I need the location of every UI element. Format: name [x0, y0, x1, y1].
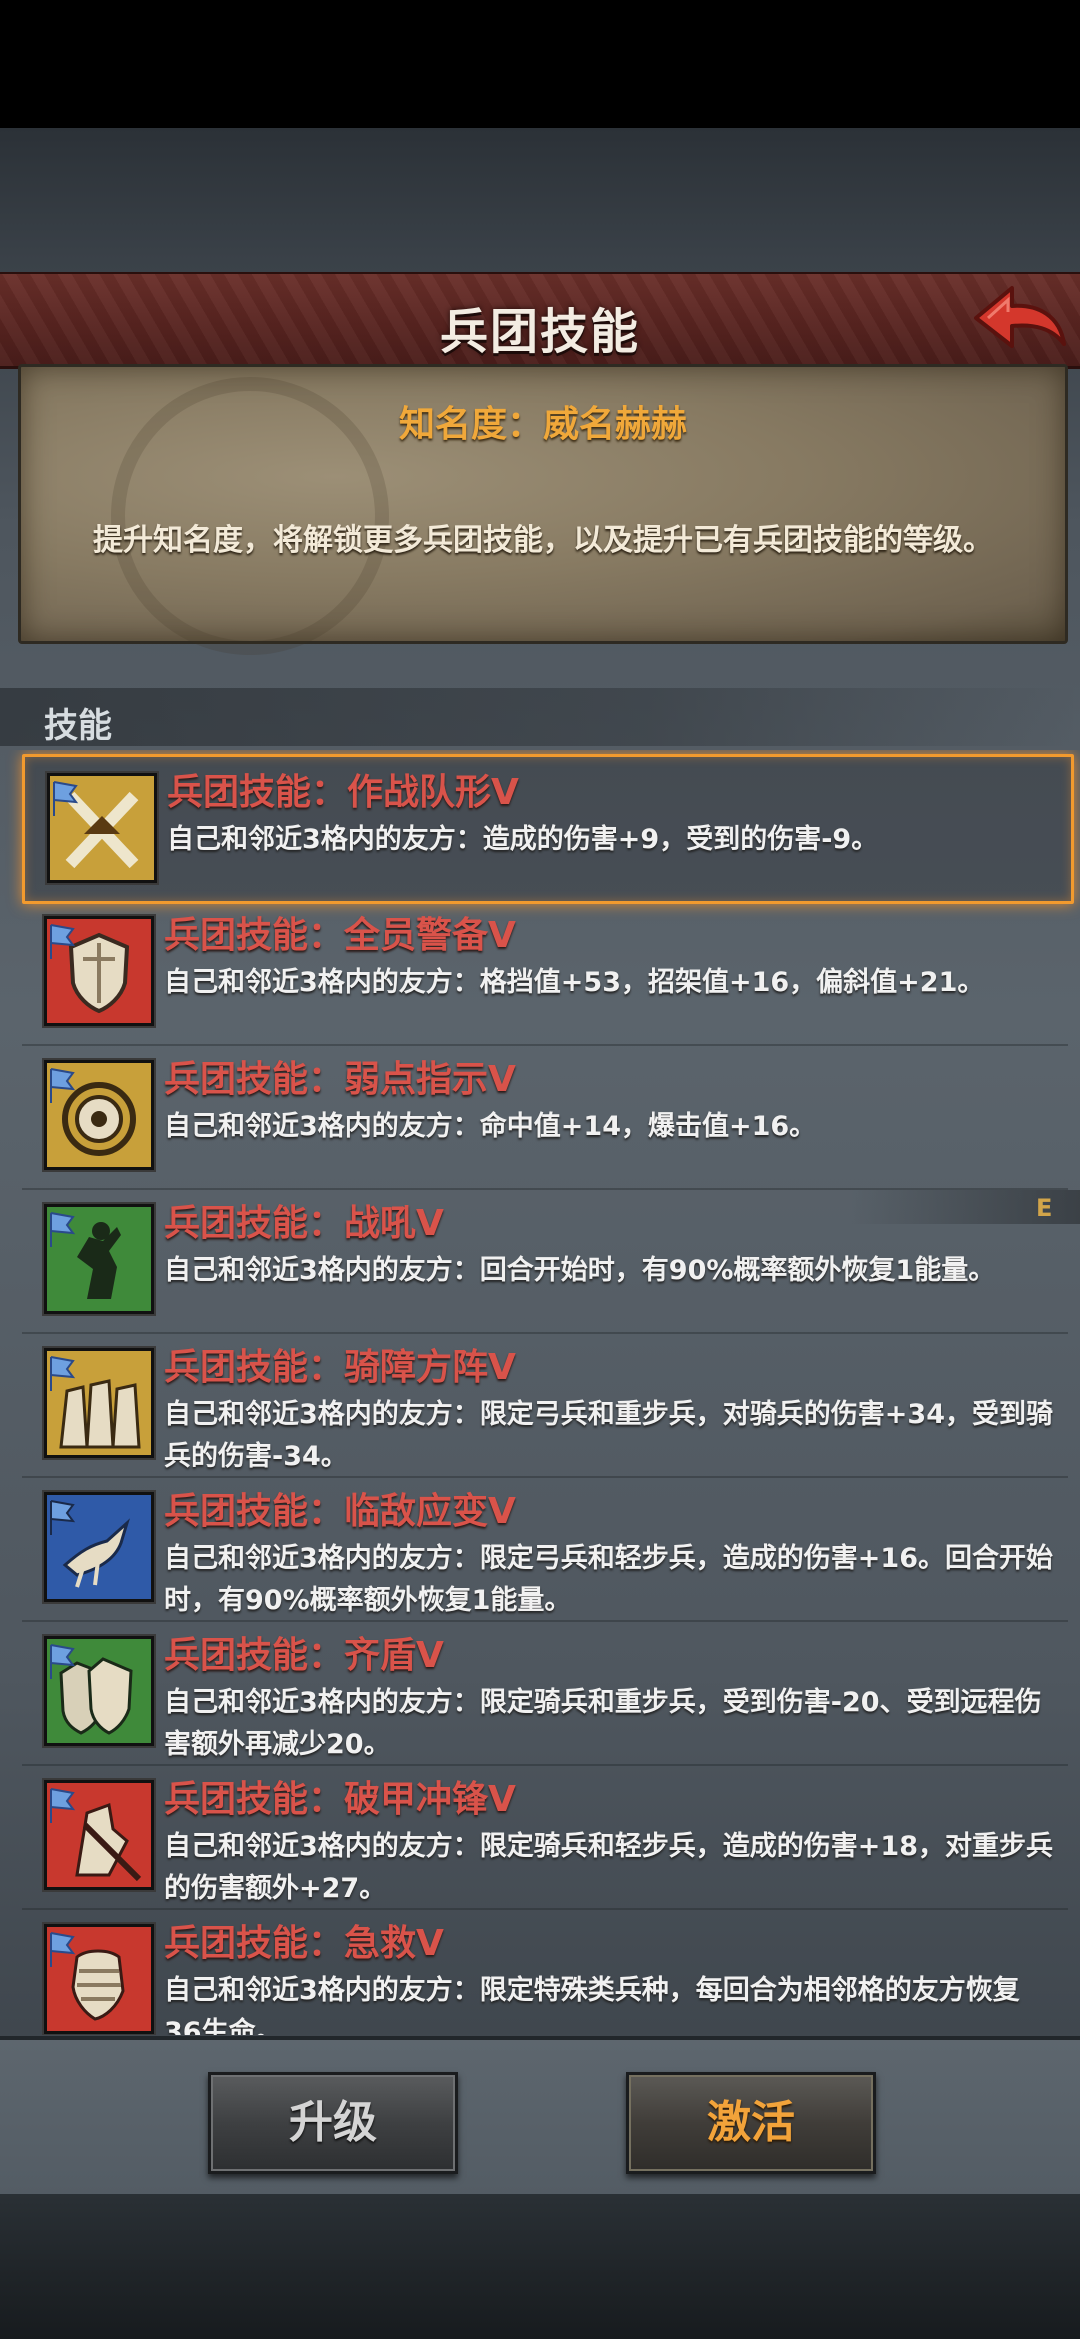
- fame-description: 提升知名度，将解锁更多兵团技能，以及提升已有兵团技能的等级。: [93, 523, 993, 558]
- skill-title: 兵团技能：战吼V: [164, 1203, 444, 1244]
- shield-hands-icon: [44, 916, 154, 1026]
- skill-row-5[interactable]: 兵团技能：临敌应变V 自己和邻近3格内的友方：限定弓兵和轻步兵，造成的伤害+16…: [22, 1476, 1068, 1622]
- skill-title: 兵团技能：弱点指示V: [164, 1059, 516, 1100]
- skill-list[interactable]: 兵团技能：作战队形V 自己和邻近3格内的友方：造成的伤害+9，受到的伤害-9。 …: [0, 750, 1080, 2035]
- skill-title: 兵团技能：齐盾V: [164, 1635, 444, 1676]
- skill-title: 兵团技能：急救V: [164, 1923, 444, 1964]
- skill-title: 兵团技能：临敌应变V: [164, 1491, 516, 1532]
- back-arrow-icon: [974, 286, 1066, 348]
- skill-row-0[interactable]: 兵团技能：作战队形V 自己和邻近3格内的友方：造成的伤害+9，受到的伤害-9。: [22, 754, 1074, 904]
- action-bar: 升级 激活: [0, 2036, 1080, 2198]
- fame-title: 知名度：威名赫赫: [398, 404, 687, 445]
- bird-icon: [44, 1492, 154, 1602]
- section-label: 技能: [44, 706, 112, 746]
- skill-description: 自己和邻近3格内的友方：格挡值+53，招架值+16，偏斜值+21。: [164, 967, 985, 998]
- skill-title: 兵团技能：全员警备V: [164, 915, 516, 956]
- skills-section-header: 技能: [0, 688, 1080, 746]
- skill-description: 自己和邻近3格内的友方：限定弓兵和轻步兵，造成的伤害+16。回合开始时，有90%…: [164, 1543, 1053, 1616]
- skill-description: 自己和邻近3格内的友方：造成的伤害+9，受到的伤害-9。: [167, 824, 879, 855]
- skill-row-1[interactable]: 兵团技能：全员警备V 自己和邻近3格内的友方：格挡值+53，招架值+16，偏斜值…: [22, 900, 1068, 1046]
- eye-target-icon: [44, 1060, 154, 1170]
- skill-title: 兵团技能：破甲冲锋V: [164, 1779, 516, 1820]
- status-bar-area: [0, 0, 1080, 128]
- bandage-icon: [44, 1924, 154, 2034]
- skill-description: 自己和邻近3格内的友方：命中值+14，爆击值+16。: [164, 1111, 817, 1142]
- back-button[interactable]: [968, 278, 1068, 358]
- skill-description: 自己和邻近3格内的友方：限定骑兵和重步兵，受到伤害-20、受到远程伤害额外再减少…: [164, 1687, 1042, 1760]
- upgrade-button[interactable]: 升级: [208, 2072, 458, 2174]
- skill-row-4[interactable]: 兵团技能：骑障方阵V 自己和邻近3格内的友方：限定弓兵和重步兵，对骑兵的伤害+3…: [22, 1332, 1068, 1478]
- skill-description: 自己和邻近3格内的友方：限定弓兵和重步兵，对骑兵的伤害+34，受到骑兵的伤害-3…: [164, 1399, 1053, 1472]
- page-title: 兵团技能: [439, 304, 640, 360]
- shield-wall-icon: [44, 1636, 154, 1746]
- lance-charge-icon: [44, 1780, 154, 1890]
- skill-description: 自己和邻近3格内的友方：限定骑兵和轻步兵，造成的伤害+18，对重步兵的伤害额外+…: [164, 1831, 1053, 1904]
- skill-row-6[interactable]: 兵团技能：齐盾V 自己和邻近3格内的友方：限定骑兵和重步兵，受到伤害-20、受到…: [22, 1620, 1068, 1766]
- skill-title: 兵团技能：骑障方阵V: [164, 1347, 516, 1388]
- crossed-swords-icon: [47, 773, 157, 883]
- skill-title: 兵团技能：作战队形V: [167, 772, 519, 813]
- skill-row-8[interactable]: 兵团技能：急救V 自己和邻近3格内的友方：限定特殊类兵种，每回合为相邻格的友方恢…: [22, 1908, 1068, 2035]
- skill-description: 自己和邻近3格内的友方：回合开始时，有90%概率额外恢复1能量。: [164, 1255, 996, 1286]
- fame-panel: 知名度：威名赫赫 提升知名度，将解锁更多兵团技能，以及提升已有兵团技能的等级。: [18, 364, 1068, 655]
- pike-wall-icon: [44, 1348, 154, 1458]
- activate-button[interactable]: 激活: [626, 2072, 876, 2174]
- skill-row-7[interactable]: 兵团技能：破甲冲锋V 自己和邻近3格内的友方：限定骑兵和轻步兵，造成的伤害+18…: [22, 1764, 1068, 1910]
- title-banner: 兵团技能: [0, 272, 1080, 369]
- warcry-icon: [44, 1204, 154, 1314]
- bottom-background: [0, 2194, 1080, 2339]
- skill-description: 自己和邻近3格内的友方：限定特殊类兵种，每回合为相邻格的友方恢复36生命。: [164, 1975, 1020, 2035]
- e-marker: E: [1036, 1194, 1053, 1222]
- skill-row-2[interactable]: 兵团技能：弱点指示V 自己和邻近3格内的友方：命中值+14，爆击值+16。: [22, 1044, 1068, 1190]
